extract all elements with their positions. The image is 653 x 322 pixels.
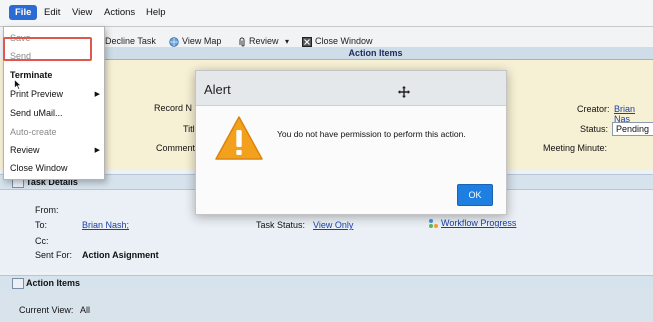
current-view-label: Current View: <box>19 305 74 315</box>
status-label: Status: <box>580 124 609 134</box>
menu-view[interactable]: View <box>72 7 92 18</box>
submenu-arrow-icon: ▶ <box>94 91 100 98</box>
menu-file[interactable]: File <box>9 5 38 20</box>
chevron-down-icon: ▾ <box>285 37 290 46</box>
creator-link[interactable]: Brian Nas <box>614 104 653 124</box>
menu-item-review[interactable]: Review <box>10 145 40 155</box>
close-window-button[interactable]: Close Window <box>302 36 373 47</box>
workflow-icon <box>429 219 438 229</box>
alert-dialog: Alert You do not have permission to perf… <box>195 70 507 215</box>
meeting-minute-label: Meeting Minute: <box>543 143 608 153</box>
menu-bar: File Edit View Actions Help <box>0 0 653 27</box>
mouse-cursor-icon <box>14 79 22 90</box>
sent-for-label: Sent For: <box>35 250 73 260</box>
move-cursor-icon <box>398 86 410 98</box>
view-map-label: View Map <box>182 36 222 46</box>
ok-button[interactable]: OK <box>457 184 493 206</box>
title-label: Titl <box>183 124 195 134</box>
current-view-value: All <box>80 305 91 315</box>
workflow-progress-link[interactable]: Workflow Progress <box>428 218 516 229</box>
menu-item-auto-create[interactable]: Auto-create <box>10 127 57 137</box>
warning-icon <box>215 116 263 160</box>
from-label: From: <box>35 205 59 215</box>
menu-help[interactable]: Help <box>146 7 166 18</box>
action-items-icon <box>12 278 24 289</box>
task-status-label: Task Status: <box>256 220 306 230</box>
action-items-title-bar: Action Items <box>98 47 653 60</box>
task-status-link[interactable]: View Only <box>313 220 353 230</box>
menu-item-close-window[interactable]: Close Window <box>10 163 68 173</box>
status-select[interactable]: Pending <box>612 122 653 136</box>
paperclip-icon <box>239 37 245 47</box>
decline-task-button[interactable]: Decline Task <box>105 36 156 46</box>
menu-item-print-preview[interactable]: Print Preview <box>10 89 63 99</box>
alert-message: You do not have permission to perform th… <box>277 129 466 139</box>
menu-item-send-umail[interactable]: Send uMail... <box>10 108 63 118</box>
review-label: Review <box>249 36 279 46</box>
action-items-panel <box>0 289 653 322</box>
terminate-highlight-box <box>3 37 92 61</box>
close-window-label: Close Window <box>315 36 373 46</box>
alert-header[interactable]: Alert <box>196 71 506 106</box>
cc-label: Cc: <box>35 236 49 246</box>
to-label: To: <box>35 220 48 230</box>
submenu-arrow-icon: ▶ <box>94 147 100 154</box>
menu-actions[interactable]: Actions <box>104 7 135 18</box>
menu-edit[interactable]: Edit <box>44 7 60 18</box>
action-items-title: Action Items <box>26 278 81 288</box>
to-recipient-link[interactable]: Brian Nash; <box>82 220 129 230</box>
creator-label: Creator: <box>577 104 610 114</box>
globe-icon <box>169 36 179 47</box>
view-map-button[interactable]: View Map <box>169 36 221 47</box>
alert-title: Alert <box>204 82 231 97</box>
close-window-icon <box>302 36 312 47</box>
sent-for-value: Action Asignment <box>82 250 159 260</box>
comments-label: Comment <box>156 143 196 153</box>
record-number-label: Record N <box>154 103 193 113</box>
review-button[interactable]: Review ▾ <box>238 36 289 47</box>
workflow-progress-label: Workflow Progress <box>441 218 517 228</box>
